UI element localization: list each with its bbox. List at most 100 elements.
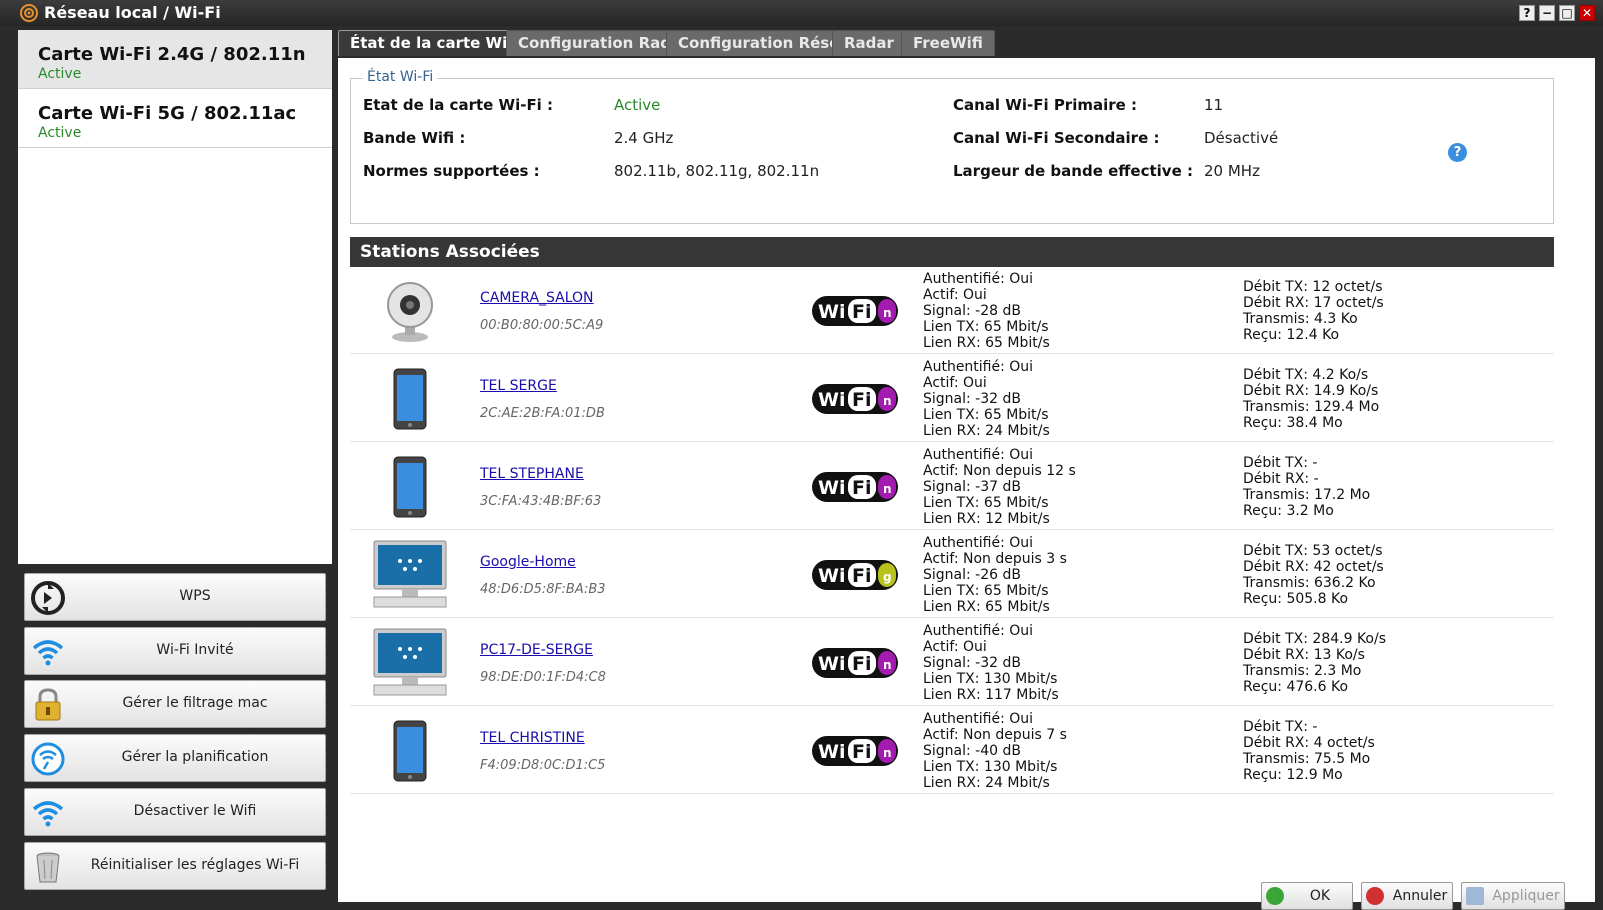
computer-icon (372, 625, 448, 701)
rate-tx-line: Débit TX: - (1243, 719, 1318, 735)
station-row: TEL SERGE 2C:AE:2B:FA:01:DB Wi Fi n Authentif… (350, 355, 1554, 442)
station-traffic-info: Débit TX: 284.9 Ko/s Débit RX: 13 Ko/s Tra… (1243, 631, 1386, 695)
help-window-button[interactable]: ? (1519, 5, 1535, 21)
standards-value: 802.11b, 802.11g, 802.11n (614, 162, 820, 180)
auth-line: Authentifié: Oui (923, 359, 1034, 375)
wifi-status-legend: État Wi-Fi (363, 69, 438, 85)
station-row: CAMERA_SALON 00:B0:80:00:5C:A9 Wi Fi n Authen… (350, 267, 1554, 354)
wps-button[interactable]: WPS (24, 573, 326, 621)
network-icon (20, 4, 38, 22)
received-line: Reçu: 476.6 Ko (1243, 679, 1349, 695)
station-traffic-info: Débit TX: 12 octet/s Débit RX: 17 octet/s… (1243, 279, 1384, 343)
link-rx-line: Lien RX: 117 Mbit/s (923, 687, 1059, 703)
svg-text:Wi: Wi (818, 741, 845, 763)
check-icon (1266, 887, 1284, 905)
guest-wifi-label: Wi-Fi Invité (156, 642, 234, 658)
wifi-icon (32, 801, 64, 827)
station-row: Google-Home 48:D6:D5:8F:BA:B3 Wi Fi g Authent… (350, 531, 1554, 618)
svg-text:Wi: Wi (818, 565, 845, 587)
active-line: Actif: Non depuis 12 s (923, 463, 1076, 479)
received-line: Reçu: 3.2 Mo (1243, 503, 1334, 519)
link-rx-line: Lien RX: 24 Mbit/s (923, 775, 1050, 791)
station-name-link[interactable]: Google-Home (480, 554, 576, 570)
maximize-button[interactable]: □ (1559, 5, 1575, 21)
apply-button[interactable]: Appliquer (1461, 882, 1565, 910)
ok-button[interactable]: OK (1261, 882, 1353, 910)
auth-line: Authentifié: Oui (923, 711, 1034, 727)
station-traffic-info: Débit TX: - Débit RX: 4 octet/s Transmis: … (1243, 719, 1375, 783)
phone-icon (372, 449, 448, 525)
wifi-status-group: État Wi-Fi Etat de la carte Wi-Fi : Acti… (350, 69, 1554, 224)
schedule-label: Gérer la planification (121, 749, 269, 765)
wifi-logo-icon: Wi Fi n (812, 648, 898, 678)
station-name-link[interactable]: TEL STEPHANE (480, 466, 584, 482)
tab-freewifi[interactable]: FreeWifi (901, 30, 995, 56)
auth-line: Authentifié: Oui (923, 447, 1034, 463)
cancel-icon (1366, 887, 1384, 905)
station-link-info: Authentifié: Oui Actif: Oui Signal: -28 dB… (923, 271, 1050, 351)
station-mac: 3C:FA:43:4B:BF:63 (480, 494, 602, 509)
link-rx-line: Lien RX: 65 Mbit/s (923, 599, 1050, 615)
wifi-card-list: Carte Wi-Fi 2.4G / 802.11n Active Carte … (18, 30, 332, 564)
help-icon[interactable]: ? (1448, 143, 1467, 162)
wifi-mode-badge: n (883, 746, 892, 760)
standards-label: Normes supportées : (363, 162, 540, 180)
transmitted-line: Transmis: 2.3 Mo (1243, 663, 1362, 679)
station-link-info: Authentifié: Oui Actif: Non depuis 7 s Sig… (923, 711, 1067, 791)
link-tx-line: Lien TX: 65 Mbit/s (923, 407, 1049, 423)
svg-text:Wi: Wi (818, 653, 845, 675)
svg-text:Fi: Fi (852, 565, 872, 587)
wifi-mode-badge: g (883, 570, 892, 584)
window-titlebar: Réseau local / Wi-Fi ? − □ ✕ (0, 0, 1603, 26)
save-icon (1466, 887, 1484, 905)
station-traffic-info: Débit TX: 53 octet/s Débit RX: 42 octet/s… (1243, 543, 1384, 607)
schedule-button[interactable]: Gérer la planification (24, 734, 326, 782)
reset-wifi-button[interactable]: Réinitialiser les réglages Wi-Fi (24, 842, 326, 890)
cancel-button[interactable]: Annuler (1361, 882, 1453, 910)
link-tx-line: Lien TX: 65 Mbit/s (923, 495, 1049, 511)
close-button[interactable]: ✕ (1579, 5, 1595, 21)
station-link-info: Authentifié: Oui Actif: Oui Signal: -32 dB… (923, 623, 1059, 703)
station-name-link[interactable]: CAMERA_SALON (480, 290, 594, 306)
disable-wifi-button[interactable]: Désactiver le Wifi (24, 788, 326, 836)
card-wifi-5g[interactable]: Carte Wi-Fi 5G / 802.11ac Active (18, 89, 332, 148)
phone-icon (372, 713, 448, 789)
wifi-logo-icon: Wi Fi n (812, 472, 898, 502)
received-line: Reçu: 12.9 Mo (1243, 767, 1343, 783)
main-panel: État de la carte Wi-Fi Configuration Rad… (338, 30, 1595, 910)
band-label: Bande Wifi : (363, 129, 466, 147)
rate-rx-line: Débit RX: - (1243, 471, 1319, 487)
camera-icon (372, 273, 448, 349)
wifi-icon (32, 640, 64, 666)
link-rx-line: Lien RX: 12 Mbit/s (923, 511, 1050, 527)
station-traffic-info: Débit TX: - Débit RX: - Transmis: 17.2 Mo R… (1243, 455, 1370, 519)
auth-line: Authentifié: Oui (923, 271, 1034, 287)
mac-filter-button[interactable]: Gérer le filtrage mac (24, 680, 326, 728)
tab-radar[interactable]: Radar (832, 30, 906, 56)
card-status: Active (38, 125, 82, 141)
wps-label: WPS (179, 588, 211, 604)
station-link-info: Authentifié: Oui Actif: Oui Signal: -32 dB… (923, 359, 1050, 439)
station-name-link[interactable]: TEL CHRISTINE (480, 730, 585, 746)
station-name-link[interactable]: TEL SERGE (480, 378, 557, 394)
guest-wifi-button[interactable]: Wi-Fi Invité (24, 627, 326, 675)
active-line: Actif: Oui (923, 287, 987, 303)
active-line: Actif: Oui (923, 639, 987, 655)
cancel-label: Annuler (1392, 888, 1448, 904)
active-line: Actif: Oui (923, 375, 987, 391)
station-name-link[interactable]: PC17-DE-SERGE (480, 642, 593, 658)
station-link-info: Authentifié: Oui Actif: Non depuis 3 s Sig… (923, 535, 1067, 615)
active-line: Actif: Non depuis 3 s (923, 551, 1067, 567)
primary-channel-value: 11 (1204, 96, 1224, 114)
secondary-channel-label: Canal Wi-Fi Secondaire : (953, 129, 1160, 147)
card-status: Active (38, 66, 82, 82)
rate-rx-line: Débit RX: 13 Ko/s (1243, 647, 1365, 663)
received-line: Reçu: 38.4 Mo (1243, 415, 1343, 431)
card-wifi-24g[interactable]: Carte Wi-Fi 2.4G / 802.11n Active (18, 30, 332, 89)
svg-text:Fi: Fi (852, 477, 872, 499)
stations-header: Stations Associées (350, 237, 1554, 267)
minimize-button[interactable]: − (1539, 5, 1555, 21)
station-row: TEL STEPHANE 3C:FA:43:4B:BF:63 Wi Fi n Authen… (350, 443, 1554, 530)
transmitted-line: Transmis: 17.2 Mo (1243, 487, 1371, 503)
rate-rx-line: Débit RX: 14.9 Ko/s (1243, 383, 1379, 399)
